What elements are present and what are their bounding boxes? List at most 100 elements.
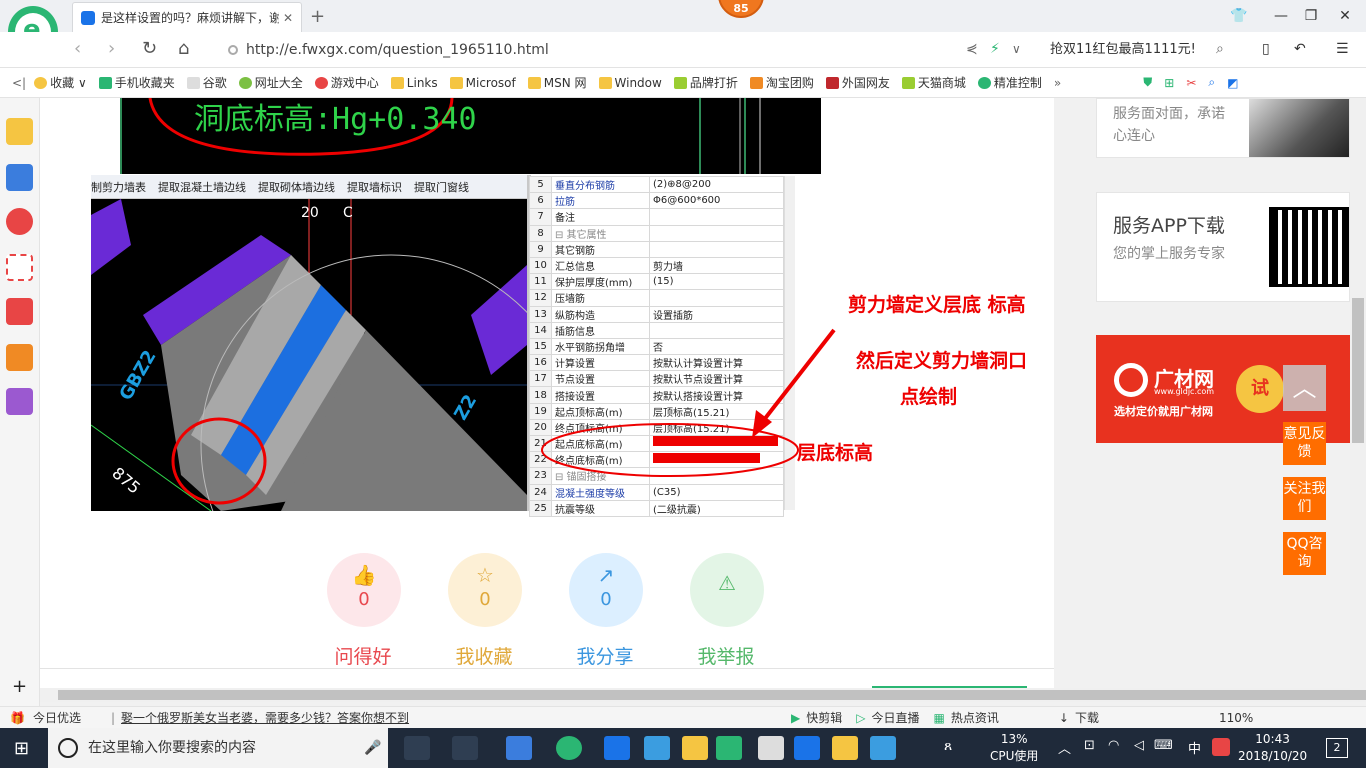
ime-indicator[interactable]: 中	[1188, 738, 1201, 757]
scroll-thumb[interactable]	[1352, 298, 1364, 443]
vertical-scrollbar[interactable]	[1350, 98, 1366, 688]
horizontal-scrollbar[interactable]	[40, 688, 1366, 702]
report-label[interactable]: 我举报	[681, 642, 771, 669]
qq-consult-button[interactable]: QQ咨询	[1283, 532, 1326, 575]
share-button[interactable]: ↗ 0	[569, 553, 643, 627]
bookmark-item[interactable]: 品牌打折	[673, 74, 738, 91]
sidebar-toggle-icon[interactable]: <|	[12, 76, 26, 90]
phone-icon[interactable]: ▯	[1262, 41, 1270, 57]
taskbar-search[interactable]: 在这里输入你要搜索的内容 🎤	[48, 728, 388, 768]
task-view-icon[interactable]	[404, 736, 430, 760]
today-picks[interactable]: 今日优选	[33, 709, 81, 726]
plus-app-icon[interactable]	[870, 736, 896, 760]
tray-chevron-icon[interactable]: ︿	[1058, 738, 1071, 757]
zoom-level[interactable]: 110%	[1219, 711, 1253, 725]
collapse-icon[interactable]: ◩	[1227, 76, 1238, 90]
find-icon[interactable]: ⌕	[1208, 75, 1215, 90]
add-sidebar-icon[interactable]: +	[12, 676, 27, 697]
back-to-top-button[interactable]: ︿	[1283, 365, 1326, 411]
share-label[interactable]: 我分享	[560, 642, 650, 669]
favorite-button[interactable]: ☆ 0	[448, 553, 522, 627]
game-controller-icon[interactable]	[6, 298, 33, 325]
network-icon[interactable]: ⊡	[1084, 738, 1095, 753]
ie-browser-icon[interactable]	[644, 736, 670, 760]
refresh-icon[interactable]: ↻	[142, 38, 157, 59]
volume-icon[interactable]: ◁	[1134, 738, 1144, 753]
bookmark-item[interactable]: 手机收藏夹	[98, 74, 175, 91]
property-value[interactable]: (二级抗震)	[649, 499, 784, 517]
file-explorer-icon[interactable]	[682, 736, 708, 760]
weibo-icon[interactable]	[6, 208, 33, 235]
bookmark-item[interactable]: 谷歌	[186, 74, 227, 91]
tool-extract-masonry[interactable]: 提取砌体墙边线	[258, 179, 335, 195]
microphone-icon[interactable]: 🎤	[364, 728, 381, 768]
bookmark-folder[interactable]: Microsof	[449, 76, 516, 90]
kuaijian-link[interactable]: 快剪辑	[806, 709, 842, 726]
chevron-down-icon[interactable]: ∨	[1012, 42, 1021, 56]
favorite-label[interactable]: 我收藏	[439, 642, 529, 669]
keyboard-icon[interactable]: ⌨	[1154, 738, 1173, 753]
search-icon[interactable]: ⌕	[1216, 41, 1224, 57]
forward-icon[interactable]: ›	[108, 38, 115, 59]
scissors-icon[interactable]: ✂	[1186, 76, 1196, 90]
tool-extract-door-window[interactable]: 提取门窗线	[414, 179, 469, 195]
tab-close-icon[interactable]: ✕	[283, 11, 293, 25]
hot-news-link[interactable]: 热点资讯	[951, 709, 999, 726]
bookmark-folder[interactable]: Window	[598, 76, 662, 90]
undo-icon[interactable]: ↶	[1294, 41, 1306, 57]
comic-icon[interactable]	[6, 388, 33, 415]
new-tab-button[interactable]: +	[310, 6, 325, 27]
edge-icon[interactable]	[604, 736, 630, 760]
promo-link[interactable]: 抢双11红包最高1111元!	[1050, 37, 1196, 63]
wifi-icon[interactable]: ◠	[1108, 738, 1119, 753]
ie-icon[interactable]	[506, 736, 532, 760]
report-button[interactable]: ⚠	[690, 553, 764, 627]
notes-icon[interactable]	[832, 736, 858, 760]
feedback-button[interactable]: 意见反馈	[1283, 422, 1326, 465]
windows-start-icon[interactable]: ⊞	[14, 738, 29, 759]
lightning-icon[interactable]: ⚡	[990, 41, 1000, 57]
mail-icon[interactable]	[758, 736, 784, 760]
browser-tab[interactable]: 是这样设置的吗？麻烦讲解下，谢 ✕	[72, 2, 302, 32]
restore-button[interactable]: ❐	[1296, 4, 1326, 28]
scroll-thumb[interactable]	[58, 690, 1366, 700]
shield-icon[interactable]: ⛊	[1143, 75, 1152, 90]
shirt-skin-icon[interactable]: 👕	[1224, 4, 1254, 28]
back-icon[interactable]: ‹	[74, 38, 81, 59]
bookmark-folder[interactable]: Links	[390, 76, 438, 90]
bookmark-folder[interactable]: MSN 网	[527, 74, 587, 91]
bookmark-item[interactable]: 网址大全	[238, 74, 303, 91]
like-button[interactable]: 👍 0	[327, 553, 401, 627]
tool-shear-wall-table[interactable]: 制剪力墙表	[91, 179, 146, 195]
share-icon[interactable]: ⋞	[966, 41, 978, 57]
translate-icon[interactable]: ⊞	[1164, 76, 1174, 90]
service-card[interactable]: 服务面对面，承诺心连心	[1096, 98, 1350, 158]
user-icon[interactable]: ጸ	[944, 738, 952, 754]
sogou-icon[interactable]	[1212, 738, 1230, 756]
active-browser-icon[interactable]	[716, 736, 742, 760]
bookmarks-more-button[interactable]: »	[1054, 76, 1061, 90]
news-icon[interactable]	[6, 164, 33, 191]
cpu-usage[interactable]: 13% CPU使用	[990, 731, 1038, 765]
glodon-icon[interactable]	[794, 736, 820, 760]
property-row[interactable]: 25 抗震等级 (二级抗震)	[529, 499, 784, 517]
bookmark-item[interactable]: 精准控制	[977, 74, 1042, 91]
bookmark-item[interactable]: 游戏中心	[314, 74, 379, 91]
favorites-star-icon[interactable]	[6, 118, 33, 145]
mail-icon[interactable]	[6, 254, 33, 281]
bookmark-item[interactable]: 淘宝团购	[749, 74, 814, 91]
tool-extract-wall-label[interactable]: 提取墙标识	[347, 179, 402, 195]
bookmark-item[interactable]: 天猫商城	[901, 74, 966, 91]
tool-extract-concrete[interactable]: 提取混凝土墙边线	[158, 179, 246, 195]
like-label[interactable]: 问得好	[318, 642, 408, 669]
address-bar[interactable]: http://e.fwxgx.com/question_1965110.html	[228, 37, 958, 63]
bookmark-item[interactable]: 外国网友	[825, 74, 890, 91]
download-link[interactable]: 下载	[1075, 709, 1099, 726]
taskbar-clock[interactable]: 10:43 2018/10/20	[1238, 731, 1307, 765]
bookmark-favorites[interactable]: 收藏 ∨	[34, 74, 87, 91]
follow-us-button[interactable]: 关注我们	[1283, 477, 1326, 520]
browser-360-icon[interactable]	[556, 736, 582, 760]
minimize-button[interactable]: —	[1266, 4, 1296, 28]
fan-app-icon[interactable]	[452, 736, 478, 760]
app-download-card[interactable]: 服务APP下载 您的掌上服务专家	[1096, 192, 1350, 302]
